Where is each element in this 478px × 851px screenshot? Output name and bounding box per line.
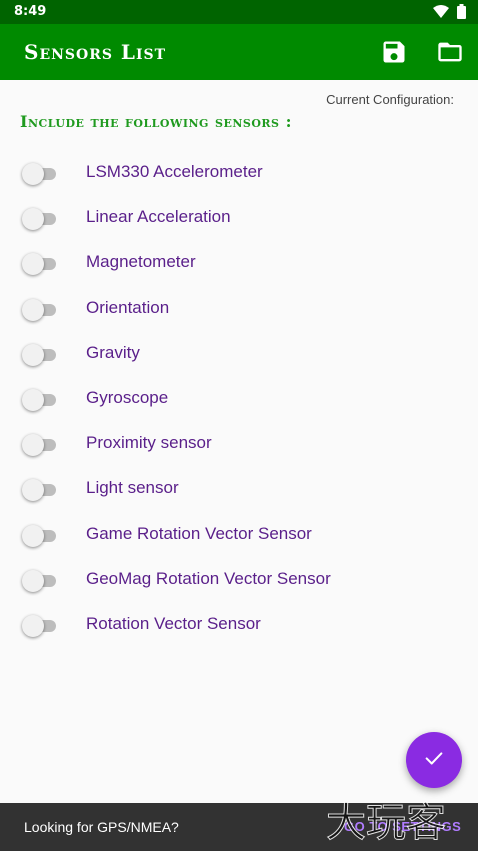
toggle-thumb (22, 343, 44, 366)
toggle-thumb (22, 569, 44, 592)
status-icons (433, 4, 466, 23)
sensor-toggle[interactable] (22, 569, 56, 592)
sensor-label: Game Rotation Vector Sensor (86, 523, 312, 543)
toggle-thumb (22, 434, 44, 457)
status-bar: 8:49 (0, 0, 478, 24)
sensor-toggle[interactable] (22, 479, 56, 502)
sensor-row[interactable]: LSM330 Accelerometer (0, 150, 478, 195)
toggle-thumb (22, 298, 44, 321)
sensor-toggle[interactable] (22, 253, 56, 276)
sensor-toggle[interactable] (22, 343, 56, 366)
sensor-label: LSM330 Accelerometer (86, 162, 263, 181)
sensor-toggle[interactable] (22, 434, 56, 457)
current-configuration-label: Current Configuration: (326, 92, 454, 107)
sensor-toggle[interactable] (22, 524, 56, 547)
confirm-fab[interactable] (406, 732, 462, 788)
toggle-thumb (22, 163, 44, 185)
toggle-thumb (22, 253, 44, 276)
watermark: 大玩客 (326, 800, 447, 847)
sensor-toggle[interactable] (22, 298, 56, 321)
sensor-row[interactable]: Gravity (0, 331, 478, 376)
sensor-toggle[interactable] (22, 388, 56, 411)
toggle-thumb (22, 208, 44, 231)
sensor-row[interactable]: Game Rotation Vector Sensor (0, 512, 478, 557)
sensor-toggle[interactable] (22, 614, 56, 637)
sensor-toggle[interactable] (22, 208, 56, 231)
sensor-label: Light sensor (86, 478, 179, 498)
sensor-label: GeoMag Rotation Vector Sensor (86, 568, 331, 588)
sensor-row[interactable]: GeoMag Rotation Vector Sensor (0, 557, 478, 602)
toggle-thumb (22, 479, 44, 502)
sensor-label: Linear Acceleration (86, 207, 231, 227)
sensor-row[interactable]: Gyroscope (0, 376, 478, 421)
sensor-label: Rotation Vector Sensor (86, 613, 261, 633)
toggle-thumb (22, 524, 44, 547)
sensor-label: Proximity sensor (86, 433, 212, 453)
sensor-row[interactable]: Orientation (0, 286, 478, 331)
sensor-toggle[interactable] (22, 163, 56, 185)
status-time: 8:49 (14, 4, 47, 19)
toggle-thumb (22, 614, 44, 637)
sensor-row[interactable]: Light sensor (0, 466, 478, 511)
sensor-label: Orientation (86, 297, 170, 317)
sensor-label: Gravity (86, 342, 140, 362)
sensor-row[interactable]: Magnetometer (0, 240, 478, 285)
save-icon[interactable] (380, 38, 408, 66)
app-bar: Sensors List (0, 24, 478, 80)
sensor-list: LSM330 Accelerometer Linear Acceleration… (0, 150, 478, 647)
snackbar-message: Looking for GPS/NMEA? (24, 819, 179, 835)
sensor-row[interactable]: Linear Acceleration (0, 195, 478, 240)
wifi-icon (433, 4, 449, 23)
sensors-heading: Include the following sensors : (20, 112, 292, 131)
folder-icon[interactable] (436, 38, 464, 66)
app-title: Sensors List (24, 40, 167, 64)
sensor-row[interactable]: Rotation Vector Sensor (0, 602, 478, 647)
sensor-row[interactable]: Proximity sensor (0, 421, 478, 466)
sensor-label: Gyroscope (86, 387, 169, 407)
sensor-label: Magnetometer (86, 252, 196, 272)
battery-icon (457, 4, 466, 23)
toggle-thumb (22, 388, 44, 411)
check-icon (423, 747, 445, 773)
